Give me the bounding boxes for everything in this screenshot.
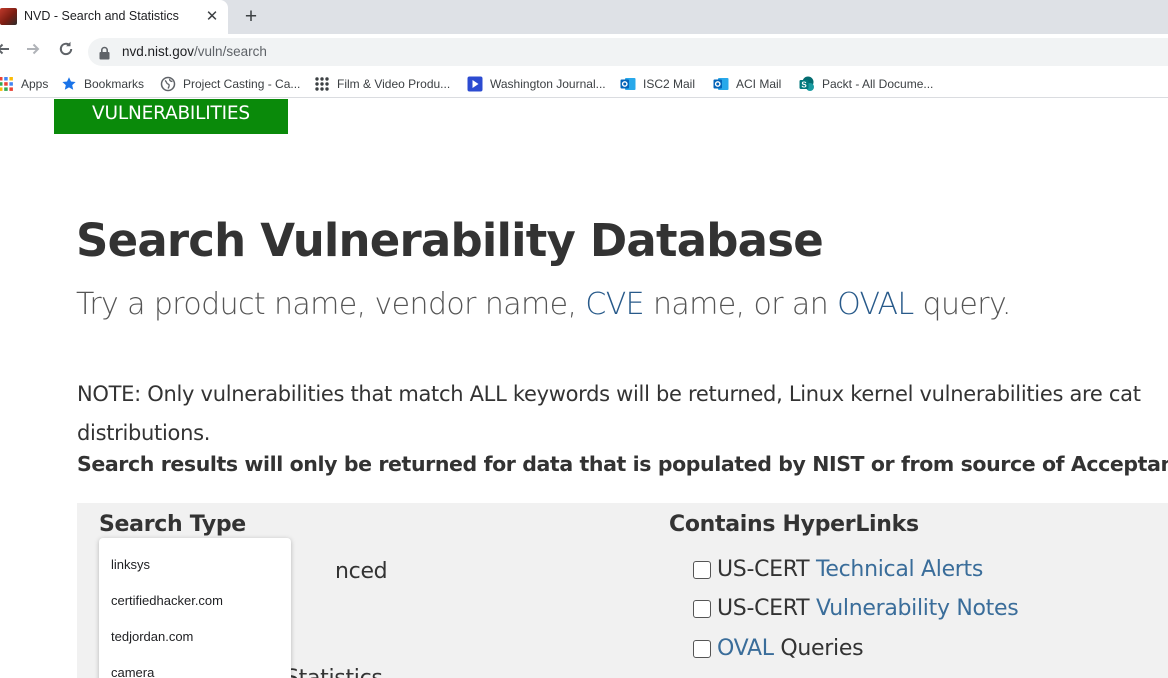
oval-link[interactable]: OVAL xyxy=(837,287,914,322)
vulnerability-notes-label: US-CERT Vulnerability Notes xyxy=(717,596,1019,621)
sharepoint-icon: S xyxy=(799,76,815,92)
bookmark-isc2-mail[interactable]: ISC2 Mail xyxy=(620,74,695,94)
tab-close-icon[interactable]: ✕ xyxy=(204,6,220,26)
bookmark-apps[interactable]: Apps xyxy=(0,74,48,94)
back-arrow-icon[interactable] xyxy=(0,40,14,62)
url-text: nvd.nist.gov/vuln/search xyxy=(122,44,267,59)
outlook-icon xyxy=(620,76,636,92)
new-tab-button[interactable]: + xyxy=(240,4,262,30)
oval-queries-label: OVAL Queries xyxy=(717,636,864,661)
vulnerability-notes-checkbox[interactable] xyxy=(693,600,711,618)
cve-link[interactable]: CVE xyxy=(585,287,644,322)
browser-tab[interactable]: NVD - Search and Statistics ✕ xyxy=(0,0,228,34)
page-title: Search Vulnerability Database xyxy=(76,214,824,267)
technical-alerts-link[interactable]: Technical Alerts xyxy=(816,557,983,582)
autocomplete-item[interactable]: tedjordan.com xyxy=(111,629,193,644)
tab-strip: NVD - Search and Statistics ✕ + xyxy=(0,0,1168,34)
search-type-option-advanced[interactable]: nced xyxy=(335,559,388,584)
apps-grid-icon xyxy=(0,76,14,92)
page-subtitle: Try a product name, vendor name, CVE nam… xyxy=(76,287,1011,322)
technical-alerts-checkbox[interactable] xyxy=(693,561,711,579)
bookmark-label: Film & Video Produ... xyxy=(337,77,451,91)
autocomplete-item[interactable]: certifiedhacker.com xyxy=(111,593,223,608)
bookmark-bookmarks[interactable]: Bookmarks xyxy=(61,74,144,94)
reload-icon[interactable] xyxy=(55,40,77,62)
bookmark-label: Apps xyxy=(21,77,49,91)
bookmark-project-casting[interactable]: Project Casting - Ca... xyxy=(160,74,300,94)
bookmark-washington-journal[interactable]: Washington Journal... xyxy=(467,74,606,94)
search-type-option-statistics[interactable]: Statistics xyxy=(285,666,383,678)
bookmark-film-video[interactable]: Film & Video Produ... xyxy=(314,74,450,94)
vulnerabilities-button[interactable]: VULNERABILITIES xyxy=(54,99,288,134)
lock-icon xyxy=(98,45,111,60)
tab-title: NVD - Search and Statistics xyxy=(24,9,179,23)
bookmark-label: ACI Mail xyxy=(736,77,782,91)
oval-queries-link[interactable]: OVAL xyxy=(717,636,774,661)
autocomplete-item[interactable]: linksys xyxy=(111,557,150,572)
autocomplete-dropdown: linksys certifiedhacker.com tedjordan.co… xyxy=(99,538,291,678)
address-bar[interactable]: nvd.nist.gov/vuln/search xyxy=(88,38,1168,66)
autocomplete-item[interactable]: camera xyxy=(111,665,154,678)
site-favicon-icon xyxy=(0,8,17,25)
vulnerability-notes-link[interactable]: Vulnerability Notes xyxy=(816,596,1019,621)
dots-grid-icon xyxy=(314,76,330,92)
bookmark-label: ISC2 Mail xyxy=(643,77,696,91)
forward-arrow-icon[interactable] xyxy=(22,40,44,62)
bookmark-packt[interactable]: S Packt - All Docume... xyxy=(799,74,933,94)
technical-alerts-label: US-CERT Technical Alerts xyxy=(717,557,984,582)
bookmark-label: Bookmarks xyxy=(84,77,145,91)
bookmark-aci-mail[interactable]: ACI Mail xyxy=(713,74,781,94)
star-icon xyxy=(61,76,77,92)
browser-toolbar: nvd.nist.gov/vuln/search xyxy=(0,34,1168,70)
play-icon xyxy=(467,76,483,92)
contains-hyperlinks-heading: Contains HyperLinks xyxy=(669,512,919,537)
globe-icon xyxy=(160,76,176,92)
bookmark-label: Packt - All Docume... xyxy=(822,77,934,91)
bookmark-label: Washington Journal... xyxy=(490,77,606,91)
search-type-heading: Search Type xyxy=(99,512,246,537)
search-note-bold: Search results will only be returned for… xyxy=(77,452,1168,476)
oval-queries-checkbox[interactable] xyxy=(693,640,711,658)
svg-text:S: S xyxy=(801,80,807,89)
search-note: NOTE: Only vulnerabilities that match AL… xyxy=(77,382,1141,445)
outlook-icon xyxy=(713,76,729,92)
bookmark-label: Project Casting - Ca... xyxy=(183,77,301,91)
bookmarks-bar: Apps Bookmarks Project Casting - Ca... F… xyxy=(0,70,1168,98)
